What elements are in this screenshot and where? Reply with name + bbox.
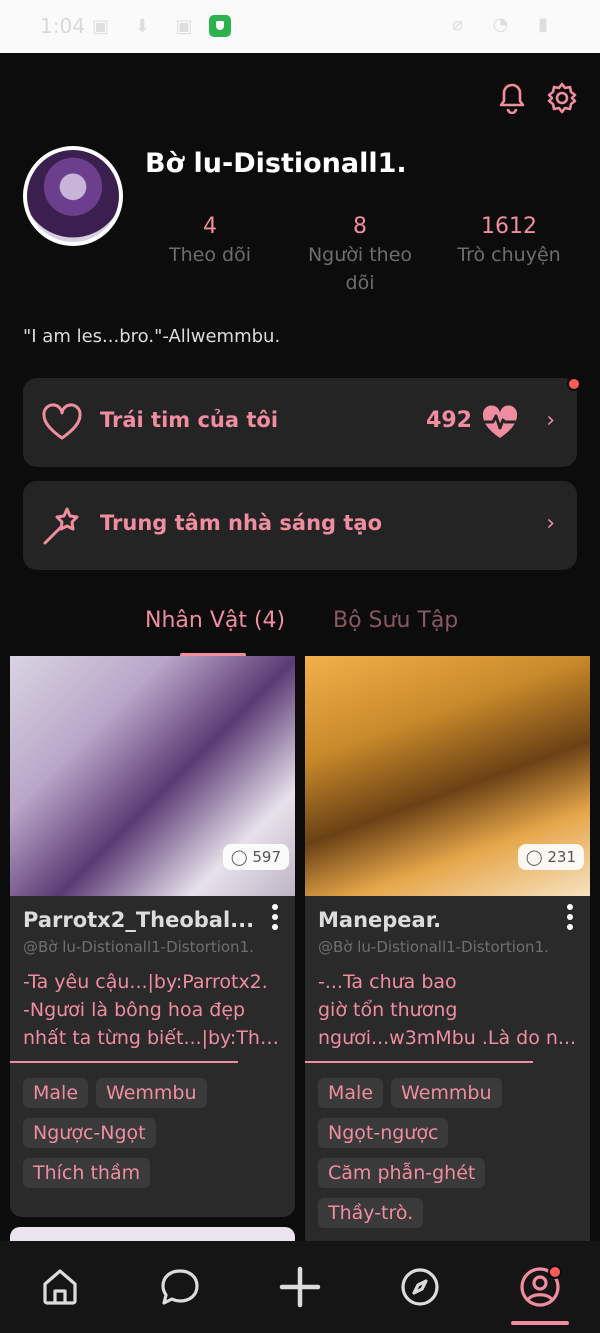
stat-followers[interactable]: 8 Người theo dõi [295,214,425,297]
active-nav-indicator [511,1321,569,1325]
character-handle: @Bờ lu-Distionall1-Distortion1. [23,938,254,956]
tag[interactable]: Wemmbu [391,1078,502,1108]
description-line: -Ngươi là bông hoa đẹp [23,999,246,1021]
new-indicator-dot [567,377,581,391]
character-description: -Ta yêu cậu...|by:Parrotx2. -Ngươi là bô… [23,968,288,1052]
description-line: nhất ta từng biết...|by:The... [23,1027,288,1049]
tag[interactable]: Male [318,1078,384,1108]
stat-followers-count: 8 [353,214,367,239]
description-line: -...Ta chưa bao [318,971,457,993]
status-time: 1:04 [40,14,85,38]
divider [10,1061,238,1063]
chevron-right-icon: › [546,511,555,536]
description-line: -Ta yêu cậu...|by:Parrotx2. [23,971,268,993]
description-line: giờ tổn thương [318,999,458,1021]
stat-following-count: 4 [203,214,217,239]
chat-bubble-icon: ◯ [230,848,248,866]
heart-icon [42,403,82,440]
chat-bubble-icon: ◯ [525,848,543,866]
tag[interactable]: Căm phẫn-ghét [318,1158,486,1188]
home-icon[interactable] [38,1265,82,1309]
tag-list: Male Wemmbu Ngược-Ngọt Thích thầm [23,1078,288,1198]
character-image: ◯ 231 [305,656,590,896]
character-name: Parrotx2_Theobal... [23,908,255,932]
header-actions [496,80,578,116]
more-options-icon[interactable] [566,902,574,936]
bottom-navigation [0,1241,600,1333]
tag[interactable]: Ngọt-ngược [318,1118,449,1148]
avatar-image [27,150,119,242]
tag[interactable]: Male [23,1078,89,1108]
settings-gear-icon[interactable] [546,80,578,116]
stat-following-label: Theo dõi [169,244,251,266]
status-system-icons: ⌀ ◔ ▮ [452,14,560,35]
magic-wand-icon [43,507,79,545]
chat-count: 597 [252,848,281,866]
tag-list: Male Wemmbu Ngọt-ngược Căm phẫn-ghét Thầ… [318,1078,583,1238]
chat-count: 231 [547,848,576,866]
hearts-count: 492 [426,408,472,433]
creator-center-row[interactable]: Trung tâm nhà sáng tạo › [23,481,577,570]
description-line: ngươi...w3mMbu .Là do n... [318,1027,577,1049]
character-handle: @Bờ lu-Distionall1-Distortion1. [318,938,549,956]
profile-notification-dot [548,1265,562,1279]
security-app-icon [209,15,231,37]
my-hearts-row[interactable]: Trái tim của tôi 492 › [23,377,581,467]
tag[interactable]: Ngược-Ngọt [23,1118,156,1148]
more-options-icon[interactable] [271,902,279,936]
tab-collection[interactable]: Bộ Sưu Tập [333,608,458,633]
status-bar: 1:04 ▣ ⬇ ▣ ✕ ⌀ ◔ ▮ [0,0,600,53]
character-name: Manepear. [318,908,442,932]
character-description: -...Ta chưa bao giờ tổn thương ngươi...w… [318,968,583,1052]
stat-chats[interactable]: 1612 Trò chuyện [444,214,574,269]
stat-followers-label: Người theo dõi [307,244,413,294]
my-hearts-label: Trái tim của tôi [100,408,279,432]
tag[interactable]: Wemmbu [96,1078,207,1108]
character-card[interactable]: ◯ 597 Parrotx2_Theobal... @Bờ lu-Distion… [10,656,295,1217]
chat-count-badge: ◯ 231 [517,844,584,870]
heart-pulse-icon [482,405,518,438]
stat-following[interactable]: 4 Theo dõi [145,214,275,269]
tag[interactable]: Thầy-trò. [318,1198,424,1228]
chat-count-badge: ◯ 597 [222,844,289,870]
explore-icon[interactable] [398,1265,442,1309]
profile-avatar[interactable] [23,146,123,246]
add-icon[interactable] [278,1265,322,1309]
divider [305,1061,533,1063]
profile-bio: "I am les...bro."-Allwemmbu. [23,326,281,347]
tag[interactable]: Thích thầm [23,1158,151,1188]
creator-center-label: Trung tâm nhà sáng tạo [100,511,383,535]
chevron-right-icon: › [546,408,555,433]
character-image: ◯ 597 [10,656,295,896]
tab-characters[interactable]: Nhân Vật (4) [145,608,285,633]
profile-username: Bờ lu-Distionall1. [145,148,407,179]
stat-chats-count: 1612 [481,214,537,239]
stat-chats-label: Trò chuyện [457,244,561,266]
notification-bell-icon[interactable] [496,80,528,116]
character-card[interactable]: ◯ 231 Manepear. @Bờ lu-Distionall1-Disto… [305,656,590,1241]
chat-icon[interactable] [158,1265,202,1309]
